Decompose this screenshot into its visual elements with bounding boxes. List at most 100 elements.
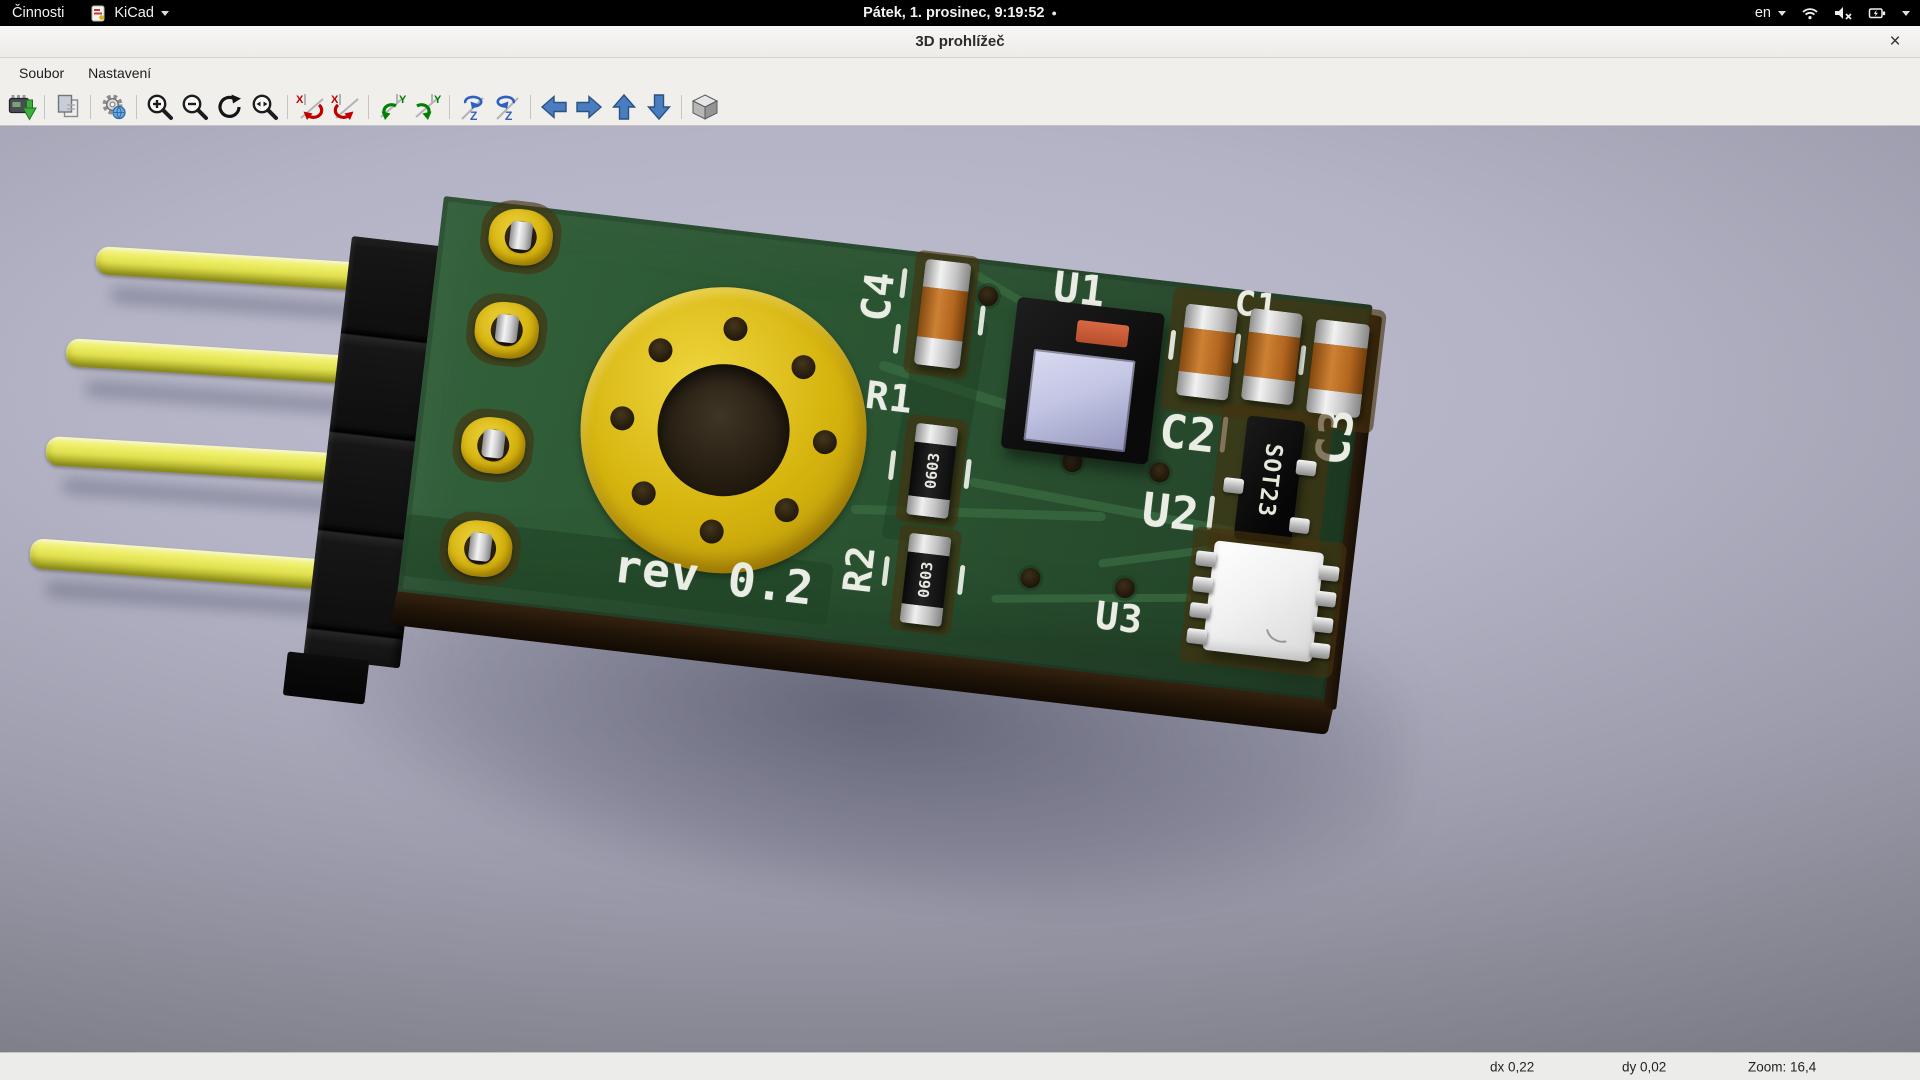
component-pin xyxy=(1195,550,1217,567)
settings-gear-icon xyxy=(99,92,129,122)
toolbar-separator xyxy=(44,95,45,119)
battery-icon xyxy=(1868,5,1887,21)
reload-board-button[interactable] xyxy=(4,91,39,123)
resistor-size-marking: 0603 xyxy=(914,561,936,599)
capacitor-body xyxy=(917,286,969,342)
wifi-icon xyxy=(1801,5,1819,21)
toolbar-separator xyxy=(681,95,682,119)
svg-text:X: X xyxy=(331,94,339,106)
copper-trace xyxy=(991,594,1191,603)
status-dx: dx 0,22 xyxy=(1490,1059,1534,1074)
app-menu-label: KiCad xyxy=(114,5,154,21)
close-window-button[interactable]: × xyxy=(1882,29,1908,55)
component-pin xyxy=(1186,628,1208,645)
capacitor-terminal xyxy=(914,337,963,370)
header-pin xyxy=(95,246,388,292)
pin1-dimple xyxy=(1259,602,1306,649)
toolbar-separator xyxy=(449,95,450,119)
chevron-down-icon[interactable] xyxy=(1902,11,1910,16)
chevron-down-icon xyxy=(161,11,169,16)
silkscreen-tick xyxy=(957,565,965,595)
render-options-button[interactable] xyxy=(96,91,131,123)
header-pin xyxy=(45,436,362,484)
rotate-y-ccw-icon: Y xyxy=(412,92,442,122)
move-up-button[interactable] xyxy=(606,91,641,123)
arrow-up-icon xyxy=(609,92,639,122)
ring-hole xyxy=(698,518,725,545)
language-label: en xyxy=(1755,5,1771,21)
ring-hole xyxy=(790,354,817,381)
ortho-view-button[interactable] xyxy=(687,91,722,123)
mounting-hole xyxy=(650,357,796,503)
via xyxy=(1149,461,1171,483)
silkscreen-label: C2 xyxy=(1156,403,1219,463)
move-down-button[interactable] xyxy=(641,91,676,123)
arrow-left-icon xyxy=(539,92,569,122)
copy-image-button[interactable] xyxy=(50,91,85,123)
rotate-y-cw-button[interactable]: Y xyxy=(374,91,409,123)
silkscreen-tick xyxy=(882,556,890,586)
silkscreen-label: U3 xyxy=(1093,593,1146,642)
ring-hole xyxy=(630,480,657,507)
window-title: 3D prohlížeč xyxy=(915,33,1004,50)
keyboard-layout-indicator[interactable]: en xyxy=(1755,5,1786,21)
toolbar-separator xyxy=(530,95,531,119)
rotate-y-ccw-button[interactable]: Y xyxy=(409,91,444,123)
chip-orange-mark xyxy=(1075,320,1129,348)
zoom-out-button[interactable] xyxy=(177,91,212,123)
svg-text:X: X xyxy=(296,94,304,106)
zoom-fit-icon xyxy=(250,92,280,122)
rotate-x-ccw-button[interactable]: X xyxy=(328,91,363,123)
pin-shadow xyxy=(62,478,362,515)
reload-board-icon xyxy=(7,92,37,122)
pin-top xyxy=(508,220,533,250)
arrow-right-icon xyxy=(574,92,604,122)
clock-menu[interactable]: Pátek, 1. prosinec, 9:19:52 ● xyxy=(863,5,1057,21)
pin-top xyxy=(481,429,506,459)
capacitor-body xyxy=(1244,332,1301,382)
zoom-in-button[interactable] xyxy=(142,91,177,123)
pcb-board: rev 0.2 C4 U1 R1 xyxy=(397,196,1372,702)
component-pin xyxy=(1309,642,1331,659)
rotate-z-ccw-button[interactable]: Z xyxy=(490,91,525,123)
3d-viewport[interactable]: rev 0.2 C4 U1 R1 xyxy=(0,126,1920,1052)
component-pin xyxy=(1318,565,1340,582)
system-status-area[interactable]: en xyxy=(1755,5,1920,21)
component-pin xyxy=(1312,616,1334,633)
status-bar: dx 0,22 dy 0,02 Zoom: 16,4 xyxy=(0,1052,1920,1080)
redraw-icon xyxy=(215,92,245,122)
ring-hole xyxy=(812,429,839,456)
notification-dot-icon: ● xyxy=(1051,8,1056,18)
silkscreen-label: R1 xyxy=(863,373,916,422)
toolbar: X X Y xyxy=(0,88,1920,126)
app-menu-kicad[interactable]: KiCad xyxy=(90,0,169,26)
svg-text:Z: Z xyxy=(470,109,477,122)
screen: Činnosti KiCad Pátek, 1. prosinec, 9:19:… xyxy=(0,0,1920,1080)
rotate-z-cw-button[interactable]: Z xyxy=(455,91,490,123)
rotate-x-cw-icon: X xyxy=(296,92,326,122)
pin-shadow xyxy=(85,380,370,416)
move-left-button[interactable] xyxy=(536,91,571,123)
capacitor-c2 xyxy=(1241,308,1303,405)
ring-hole xyxy=(609,405,636,432)
redraw-button[interactable] xyxy=(212,91,247,123)
kicad-icon xyxy=(90,5,107,22)
menu-bar: Soubor Nastavení xyxy=(0,58,1920,88)
menu-soubor[interactable]: Soubor xyxy=(8,60,75,86)
zoom-out-icon xyxy=(180,92,210,122)
pin-shadow xyxy=(110,287,380,322)
ring-hole xyxy=(773,497,800,524)
zoom-fit-button[interactable] xyxy=(247,91,282,123)
gnome-top-bar: Činnosti KiCad Pátek, 1. prosinec, 9:19:… xyxy=(0,0,1920,26)
rotate-x-cw-button[interactable]: X xyxy=(293,91,328,123)
ring-hole xyxy=(647,337,674,364)
capacitor-body xyxy=(1179,327,1236,377)
menu-nastaveni[interactable]: Nastavení xyxy=(77,60,162,86)
move-right-button[interactable] xyxy=(571,91,606,123)
chip-u1 xyxy=(1000,297,1165,465)
ring-hole xyxy=(722,316,749,343)
activities-button[interactable]: Činnosti xyxy=(12,0,64,26)
rotate-z-ccw-icon: Z xyxy=(493,92,523,122)
capacitor-c1 xyxy=(1176,303,1238,400)
component-pin xyxy=(1315,591,1337,608)
